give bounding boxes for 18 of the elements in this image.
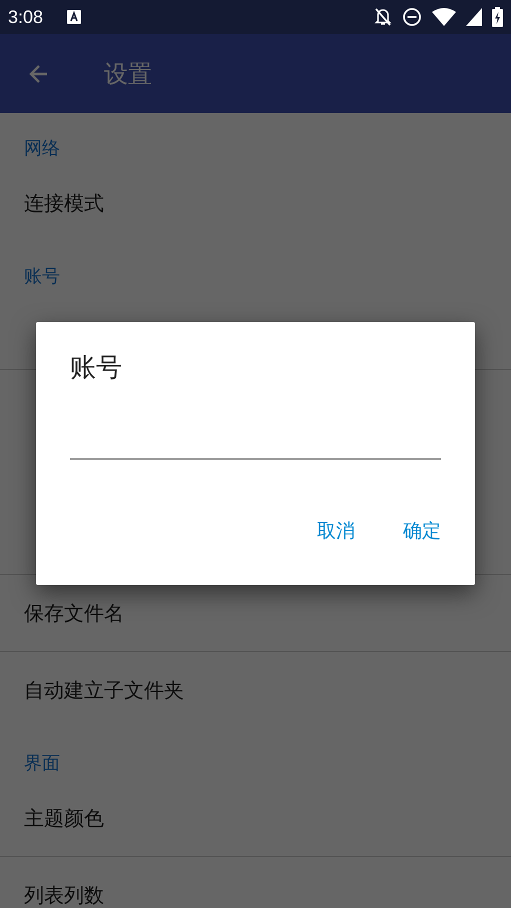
section-header: 界面 — [24, 752, 60, 776]
wifi-icon — [432, 8, 456, 26]
dialog-title: 账号 — [70, 352, 123, 385]
settings-item[interactable]: 连接模式 — [0, 165, 511, 241]
app-bar-title: 设置 — [104, 58, 152, 90]
settings-item[interactable]: 列表列数 — [0, 857, 511, 908]
bell-off-icon — [374, 7, 392, 27]
dialog-button[interactable]: 取消 — [303, 512, 369, 550]
settings-item[interactable]: 自动建立子文件夹 — [0, 652, 511, 728]
battery-icon — [492, 7, 503, 27]
section-header: 网络 — [24, 137, 60, 161]
dialog-button[interactable]: 确定 — [389, 512, 455, 550]
do-not-disturb-icon — [402, 7, 422, 27]
signal-icon — [466, 8, 482, 26]
keyboard-notification-icon — [67, 10, 82, 24]
section-header: 账号 — [24, 265, 60, 289]
settings-item[interactable]: 主题颜色 — [0, 780, 511, 856]
status-time: 3:08 — [8, 6, 44, 28]
